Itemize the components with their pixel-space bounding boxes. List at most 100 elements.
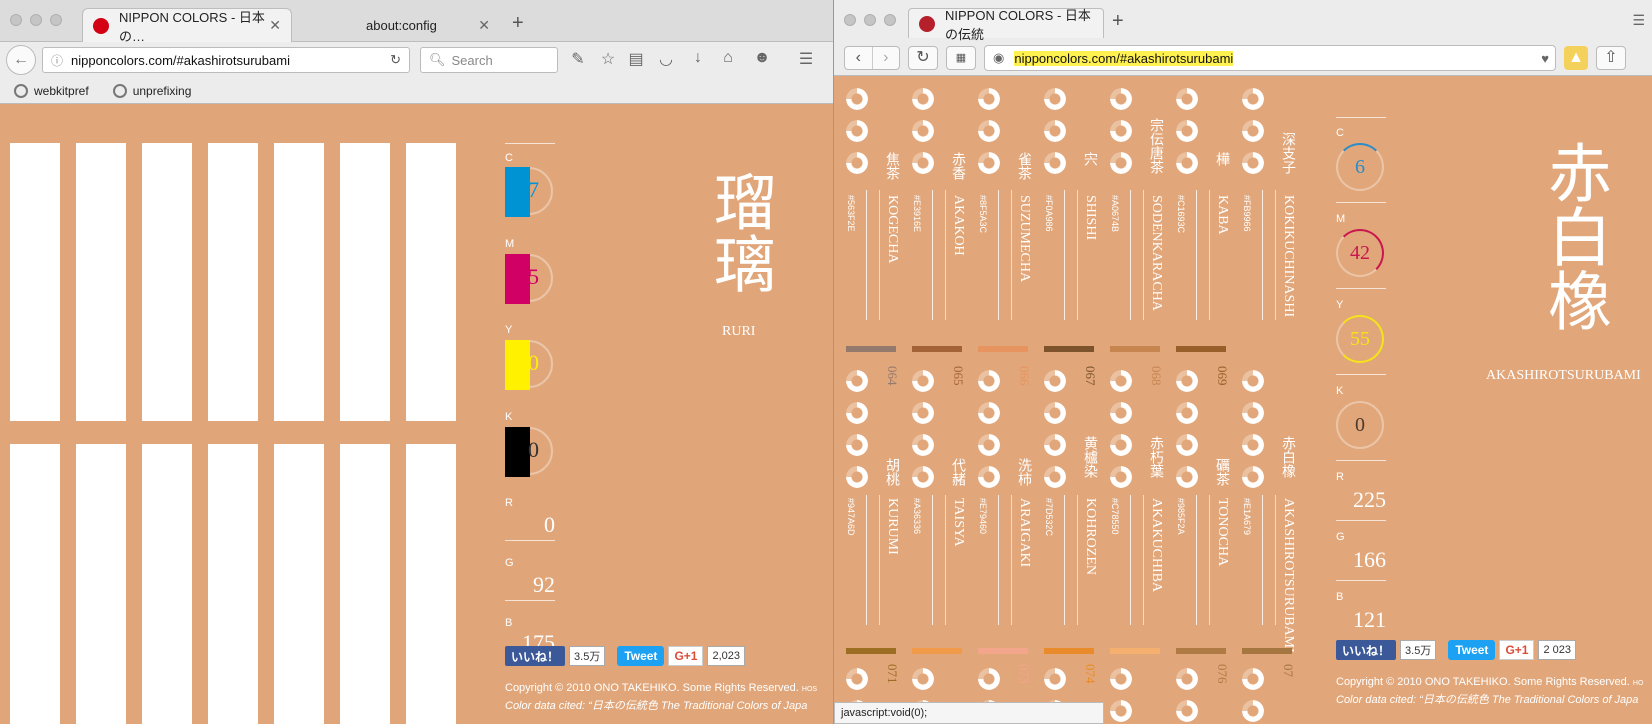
tweet-button[interactable]: Tweet: [1448, 640, 1496, 660]
color-stripe[interactable]: [208, 143, 258, 421]
color-romaji[interactable]: KOKIKUCHINASHI: [1280, 195, 1296, 317]
close-tab-icon[interactable]: ✕: [478, 17, 490, 34]
back-button[interactable]: ←: [6, 45, 36, 75]
color-kanji[interactable]: 焦茶: [884, 152, 900, 180]
color-kanji[interactable]: 宗伝唐茶: [1148, 118, 1164, 174]
url-bar[interactable]: ⓘ nipponcolors.com/#akashirotsurubami ↻: [42, 47, 410, 73]
color-stripe[interactable]: [208, 444, 258, 724]
zoom-window-button[interactable]: [50, 14, 62, 26]
color-donut-icon: [1044, 152, 1066, 174]
color-stripe[interactable]: [76, 444, 126, 724]
color-kanji[interactable]: 代赭: [950, 458, 966, 486]
tab-nippon-colors[interactable]: NIPPON COLORS - 日本の… ✕: [82, 8, 292, 44]
color-stripe[interactable]: [142, 143, 192, 421]
reload-icon[interactable]: ↻: [390, 52, 401, 68]
zoom-window-button[interactable]: [884, 14, 896, 26]
color-donut-icon: [912, 402, 934, 424]
color-donut-icon: [1242, 402, 1264, 424]
color-romaji[interactable]: TAISYA: [950, 498, 966, 547]
reload-button[interactable]: ↻: [908, 46, 938, 70]
search-input[interactable]: 🔍︎ Search: [420, 47, 558, 73]
download-icon[interactable]: ↓: [688, 49, 708, 67]
share-icon[interactable]: ⇧: [1596, 46, 1626, 70]
facebook-like-button[interactable]: いいね！: [1336, 640, 1397, 660]
reading-list-icon[interactable]: ▤: [626, 49, 646, 69]
color-kanji[interactable]: 礪茶: [1214, 458, 1230, 486]
color-number: 064: [885, 366, 900, 386]
nippon-colors-favicon-icon: [919, 15, 935, 32]
color-stripe[interactable]: [274, 143, 324, 421]
color-stripe[interactable]: [10, 444, 60, 724]
url-bar[interactable]: ◉ nipponcolors.com/#akashirotsurubami ♥: [984, 45, 1556, 71]
color-romaji[interactable]: AKAKOH: [950, 195, 966, 256]
tab-about-config[interactable]: about:config ✕: [300, 8, 500, 42]
color-kanji[interactable]: 黄櫨染: [1082, 436, 1098, 478]
color-stripe[interactable]: [10, 143, 60, 421]
color-stripe[interactable]: [406, 444, 456, 724]
tweet-button[interactable]: Tweet: [617, 646, 665, 666]
cyan-value: 7: [528, 177, 539, 202]
color-romaji[interactable]: SODENKARACHA: [1148, 195, 1164, 311]
color-romaji[interactable]: AKAKUCHIBA: [1148, 498, 1164, 592]
facebook-like-button[interactable]: いいね！: [505, 646, 566, 666]
red-label: R: [1336, 471, 1344, 483]
extension-icon[interactable]: ▲: [1564, 46, 1588, 70]
color-romaji[interactable]: KABA: [1214, 195, 1230, 235]
color-romaji[interactable]: SUZUMECHA: [1016, 195, 1032, 282]
tab-nippon-colors[interactable]: NIPPON COLORS - 日本の伝統: [908, 8, 1104, 42]
grid-icon[interactable]: ▦: [946, 46, 976, 70]
heart-icon[interactable]: ♥: [1541, 51, 1549, 66]
new-tab-icon[interactable]: +: [1112, 10, 1124, 33]
gplus-button[interactable]: G+1: [1499, 640, 1535, 660]
color-donut-icon: [912, 152, 934, 174]
close-window-button[interactable]: [10, 14, 22, 26]
hello-icon[interactable]: ☻: [752, 49, 772, 67]
color-romaji[interactable]: SHISHI: [1082, 195, 1098, 240]
color-stripe[interactable]: [340, 444, 390, 724]
bookmark-star-icon[interactable]: ☆: [598, 49, 618, 69]
color-kanji[interactable]: 胡桃: [884, 458, 900, 486]
color-kanji[interactable]: 宍: [1082, 152, 1098, 166]
wrench-icon[interactable]: ✎: [568, 49, 588, 69]
minimize-window-button[interactable]: [30, 14, 42, 26]
color-kanji[interactable]: 樺: [1214, 152, 1230, 166]
color-stripe[interactable]: [76, 143, 126, 421]
bookmark-unprefixing[interactable]: unprefixing: [112, 84, 191, 98]
color-donut-icon: [1176, 120, 1198, 142]
home-icon[interactable]: ⌂: [718, 49, 738, 67]
back-button[interactable]: ‹: [845, 47, 873, 69]
color-kanji[interactable]: 赤香: [950, 152, 966, 180]
color-romaji[interactable]: AKASHIROTSURUBAMI: [1280, 498, 1296, 653]
color-stripe[interactable]: [406, 143, 456, 421]
color-romaji[interactable]: KURUMI: [884, 498, 900, 555]
color-stripe[interactable]: [340, 143, 390, 421]
color-kanji[interactable]: 赤白橡: [1280, 436, 1296, 478]
color-romaji[interactable]: ARAIGAKI: [1016, 498, 1032, 567]
pocket-icon[interactable]: ◡: [656, 49, 676, 69]
divider: [1336, 202, 1386, 203]
menu-icon[interactable]: ☰: [796, 49, 816, 69]
color-lines: [932, 190, 946, 320]
gplus-button[interactable]: G+1: [668, 646, 704, 666]
info-icon[interactable]: ⓘ: [51, 52, 63, 69]
new-tab-icon[interactable]: +: [512, 12, 524, 35]
color-romaji[interactable]: TONOCHA: [1214, 498, 1230, 566]
color-kanji[interactable]: 洗柿: [1016, 458, 1032, 486]
close-window-button[interactable]: [844, 14, 856, 26]
color-kanji[interactable]: 深支子: [1280, 132, 1296, 174]
magenta-value: 5: [528, 264, 539, 289]
green-label: G: [1336, 531, 1345, 543]
color-hex: #A36336: [912, 498, 922, 535]
forward-button[interactable]: ›: [873, 47, 900, 69]
color-kanji[interactable]: 雀茶: [1016, 152, 1032, 180]
close-tab-icon[interactable]: ✕: [269, 17, 281, 34]
tab-overview-icon[interactable]: ☰: [1632, 12, 1645, 29]
color-romaji[interactable]: KOHROZEN: [1082, 498, 1098, 575]
color-stripe[interactable]: [274, 444, 324, 724]
bookmark-webkitpref[interactable]: webkitpref: [14, 84, 89, 98]
minimize-window-button[interactable]: [864, 14, 876, 26]
color-romaji[interactable]: KOGECHA: [884, 195, 900, 263]
color-kanji[interactable]: 赤朽葉: [1148, 436, 1164, 478]
color-lines: [1262, 495, 1276, 625]
color-stripe[interactable]: [142, 444, 192, 724]
